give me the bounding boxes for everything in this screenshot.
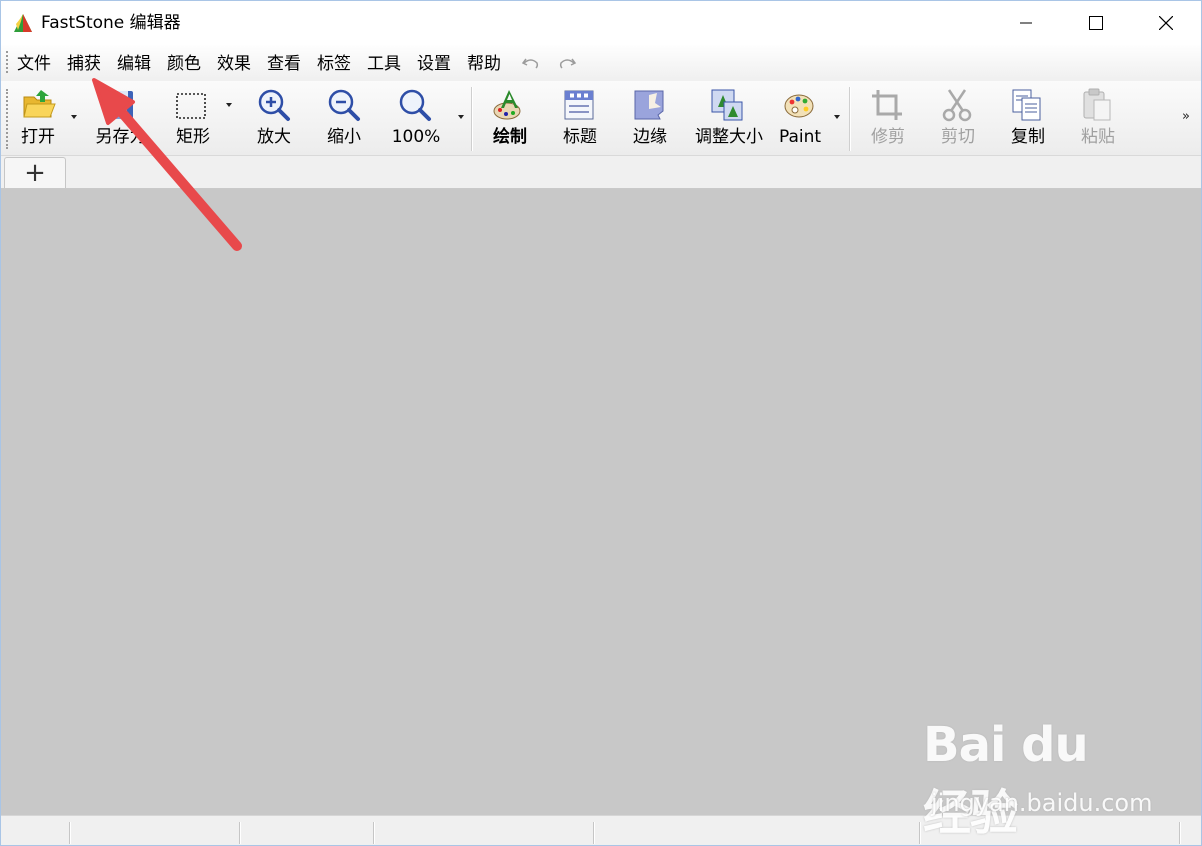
- zoom-out-label: 缩小: [327, 127, 361, 147]
- toolbar-separator: [471, 87, 473, 151]
- caption-icon: [564, 90, 594, 120]
- menu-capture[interactable]: 捕获: [67, 53, 101, 75]
- crop-label: 修剪: [871, 127, 905, 147]
- paste-label: 粘贴: [1081, 127, 1115, 147]
- save-as-label: 另存为: [95, 127, 147, 147]
- undo-icon[interactable]: [521, 55, 541, 71]
- title-bar: FastStone 编辑器: [1, 1, 1201, 45]
- actual-size-zoom-icon: [399, 89, 431, 121]
- minimize-button[interactable]: [991, 1, 1061, 45]
- status-divider: [69, 822, 71, 844]
- open-dropdown-arrow[interactable]: [71, 115, 77, 119]
- maximize-button[interactable]: [1061, 1, 1131, 45]
- paint-dropdown-arrow[interactable]: [834, 115, 840, 119]
- close-icon: [1159, 16, 1173, 30]
- baidu-jingyan-watermark: Bai du 经验 jingyan.baidu.com: [923, 717, 1152, 841]
- menu-tools[interactable]: 工具: [367, 53, 401, 75]
- zoom-in-icon: [258, 89, 290, 121]
- rectangle-dropdown-arrow[interactable]: [226, 103, 232, 107]
- redo-icon[interactable]: [557, 55, 577, 71]
- crop-button[interactable]: 修剪: [863, 81, 913, 155]
- paint-palette-icon: [784, 94, 814, 118]
- crop-icon: [872, 90, 902, 120]
- toolbar-grip: [6, 89, 10, 149]
- paint-label: Paint: [778, 127, 822, 147]
- edge-button[interactable]: 边缘: [625, 81, 675, 155]
- window-title: FastStone 编辑器: [41, 13, 181, 33]
- zoom-dropdown-arrow[interactable]: [458, 115, 464, 119]
- draw-palette-icon: [493, 90, 521, 120]
- zoom-out-button[interactable]: 缩小: [317, 81, 371, 155]
- status-divider: [1179, 822, 1181, 844]
- rectangle-select-icon: [176, 93, 206, 119]
- status-divider: [593, 822, 595, 844]
- menu-help[interactable]: 帮助: [467, 53, 501, 75]
- paste-clipboard-icon: [1083, 88, 1111, 121]
- status-divider: [239, 822, 241, 844]
- zoom-in-button[interactable]: 放大: [247, 81, 301, 155]
- menu-grip: [6, 51, 10, 73]
- app-window: FastStone 编辑器 文件 捕获 编辑 颜色 效果 查看 标签 工具 设置…: [0, 0, 1202, 846]
- copy-icon: [1012, 89, 1041, 121]
- tab-strip: +: [1, 156, 1201, 189]
- copy-button[interactable]: 复制: [1003, 81, 1053, 155]
- toolbar-overflow-chevron[interactable]: »: [1182, 109, 1190, 124]
- caption-label: 标题: [563, 127, 597, 147]
- save-disk-icon: [105, 91, 133, 119]
- zoom-out-icon: [328, 89, 360, 121]
- open-folder-icon: [23, 90, 56, 118]
- scissors-icon: [942, 89, 972, 122]
- toolbar-separator-2: [849, 87, 851, 151]
- open-button[interactable]: 打开: [13, 81, 79, 155]
- caption-button[interactable]: 标题: [555, 81, 605, 155]
- menu-view[interactable]: 查看: [267, 53, 301, 75]
- open-label: 打开: [21, 127, 55, 147]
- rectangle-label: 矩形: [176, 127, 210, 147]
- minimize-icon: [1020, 22, 1032, 24]
- maximize-icon: [1089, 16, 1103, 30]
- edge-label: 边缘: [633, 127, 667, 147]
- resize-image-icon: [711, 89, 743, 121]
- watermark-url: jingyan.baidu.com: [931, 789, 1153, 817]
- status-divider: [919, 822, 921, 844]
- menu-file[interactable]: 文件: [17, 53, 51, 75]
- menu-tabs[interactable]: 标签: [317, 53, 351, 75]
- close-button[interactable]: [1131, 1, 1201, 45]
- paste-button[interactable]: 粘贴: [1073, 81, 1123, 155]
- watermark-logo: Bai du 经验: [923, 717, 1089, 841]
- resize-label: 调整大小: [695, 127, 763, 147]
- paint-button[interactable]: Paint: [775, 81, 845, 155]
- faststone-app-icon: [14, 14, 32, 32]
- status-divider: [373, 822, 375, 844]
- cut-button[interactable]: 剪切: [933, 81, 983, 155]
- cut-label: 剪切: [941, 127, 975, 147]
- zoom-in-label: 放大: [257, 127, 291, 147]
- zoom-100-label: 100%: [391, 127, 441, 147]
- draw-label: 绘制: [493, 127, 527, 147]
- zoom-100-button[interactable]: 100%: [387, 81, 467, 155]
- menu-settings[interactable]: 设置: [417, 53, 451, 75]
- menu-colors[interactable]: 颜色: [167, 53, 201, 75]
- draw-button[interactable]: 绘制: [485, 81, 535, 155]
- copy-label: 复制: [1011, 127, 1045, 147]
- save-as-button[interactable]: 另存为: [89, 81, 153, 155]
- resize-button[interactable]: 调整大小: [689, 81, 769, 155]
- menu-edit[interactable]: 编辑: [117, 53, 151, 75]
- main-toolbar: 打开 另存为 矩形 放大 缩小 100% 绘制 标题 边缘 调整大小 Paint…: [1, 81, 1201, 156]
- edge-effect-icon: [634, 90, 664, 120]
- rectangle-select-button[interactable]: 矩形: [165, 81, 237, 155]
- menu-bar: 文件 捕获 编辑 颜色 效果 查看 标签 工具 设置 帮助: [1, 45, 1201, 79]
- menu-effects[interactable]: 效果: [217, 53, 251, 75]
- add-tab-button[interactable]: +: [4, 157, 66, 188]
